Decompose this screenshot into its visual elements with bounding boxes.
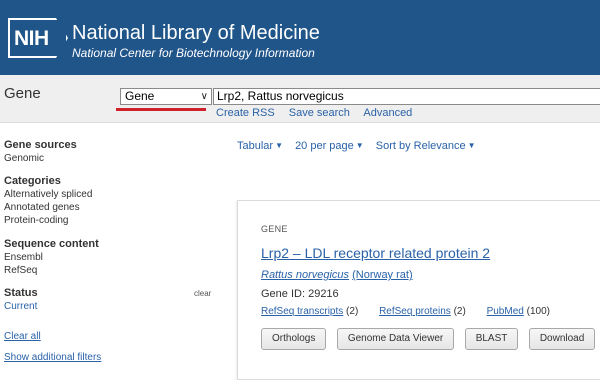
advanced-search-link[interactable]: Advanced — [363, 107, 412, 119]
database-label: Gene — [4, 85, 41, 102]
filter-ensembl[interactable]: Ensembl — [4, 252, 43, 263]
refseq-transcripts-count: (2) — [346, 306, 359, 317]
refseq-proteins-count: (2) — [453, 306, 466, 317]
filter-group-title: Status — [4, 287, 38, 299]
filter-genomic[interactable]: Genomic — [4, 153, 44, 164]
filter-alternatively-spliced[interactable]: Alternatively spliced — [4, 189, 92, 200]
refseq-proteins-link[interactable]: RefSeq proteins — [379, 306, 451, 317]
show-additional-filters-link[interactable]: Show additional filters — [4, 352, 101, 363]
caret-down-icon: ▼ — [275, 141, 283, 150]
nih-logo[interactable]: NIH — [8, 18, 68, 58]
gene-id: Gene ID: 29216 — [261, 288, 339, 300]
site-title[interactable]: National Library of Medicine — [72, 22, 320, 45]
chevron-down-icon: ∨ — [200, 91, 208, 102]
filter-current[interactable]: Current — [4, 301, 37, 312]
save-search-link[interactable]: Save search — [289, 107, 350, 119]
refseq-transcripts-link[interactable]: RefSeq transcripts — [261, 306, 343, 317]
sort-dropdown[interactable]: Sort by Relevance ▼ — [376, 140, 476, 152]
search-input[interactable]: Lrp2, Rattus norvegicus — [213, 88, 600, 105]
related-links: RefSeq transcripts (2) RefSeq proteins (… — [261, 306, 568, 317]
organism-common-name[interactable]: (Norway rat) — [352, 269, 413, 281]
search-bar: Gene Gene ∨ Lrp2, Rattus norvegicus Crea… — [0, 75, 600, 123]
gene-title-link[interactable]: Lrp2 – LDL receptor related protein 2 — [261, 245, 490, 261]
result-type-tag: GENE — [261, 224, 288, 234]
filter-group-title: Gene sources — [4, 139, 77, 151]
blast-button[interactable]: BLAST — [464, 328, 519, 350]
format-dropdown[interactable]: Tabular ▼ — [237, 140, 283, 152]
organism-link[interactable]: Rattus norvegicus — [261, 269, 349, 281]
filter-refseq[interactable]: RefSeq — [4, 265, 37, 276]
orthologs-button[interactable]: Orthologs — [261, 328, 327, 350]
filter-annotated-genes[interactable]: Annotated genes — [4, 202, 80, 213]
organism-line: Rattus norvegicus (Norway rat) — [261, 269, 413, 281]
result-actions: Orthologs Genome Data Viewer BLAST Downl… — [261, 328, 600, 350]
pubmed-count: (100) — [526, 306, 550, 317]
caret-down-icon: ▼ — [355, 141, 364, 150]
create-rss-link[interactable]: Create RSS — [216, 107, 275, 119]
gene-result-card: GENE Lrp2 – LDL receptor related protein… — [237, 200, 600, 380]
caret-down-icon: ▼ — [467, 141, 476, 150]
site-subtitle: National Center for Biotechnology Inform… — [72, 46, 315, 60]
per-page-dropdown[interactable]: 20 per page ▼ — [295, 140, 364, 152]
filter-sidebar: Gene sources Genomic Categories Alternat… — [0, 124, 220, 375]
nih-logo-text: NIH — [14, 27, 49, 50]
filter-protein-coding[interactable]: Protein-coding — [4, 215, 68, 226]
pubmed-link[interactable]: PubMed — [487, 306, 524, 317]
clear-all-link[interactable]: Clear all — [4, 331, 41, 342]
database-select[interactable]: Gene ∨ — [120, 88, 212, 105]
results-toolbar: Tabular ▼ 20 per page ▼ Sort by Relevance ▼ — [237, 140, 485, 152]
search-sublinks: Create RSS Save search Advanced — [216, 107, 423, 119]
clear-status-link[interactable]: clear — [194, 289, 211, 298]
filter-group-title: Categories — [4, 175, 61, 187]
download-button[interactable]: Download — [528, 328, 596, 350]
genome-data-viewer-button[interactable]: Genome Data Viewer — [336, 328, 455, 350]
database-select-value: Gene — [125, 89, 155, 103]
database-underline-marker — [116, 108, 206, 111]
filter-group-title: Sequence content — [4, 238, 99, 250]
site-header: NIH National Library of Medicine Nationa… — [0, 0, 600, 75]
